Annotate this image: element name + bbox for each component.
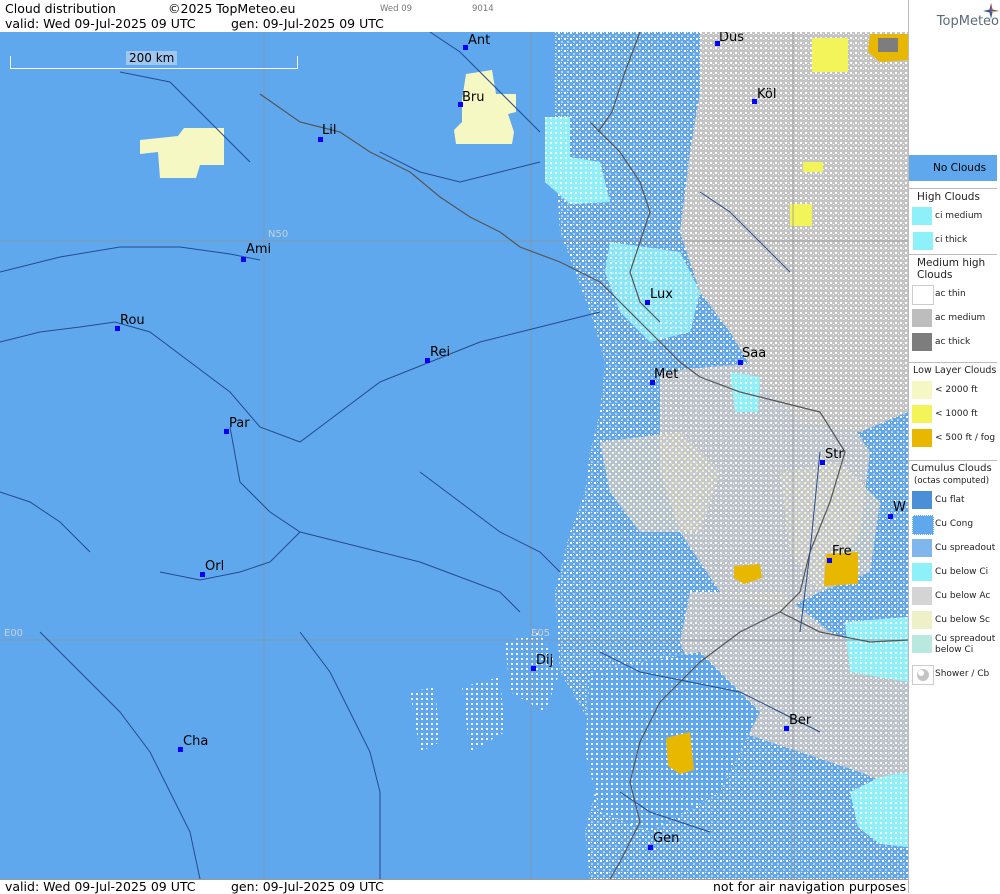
map-header: Cloud distribution ©2025 TopMeteo.eu Wed…: [0, 0, 908, 32]
legend-high-clouds: High Clouds ci medium ci thick: [909, 186, 997, 251]
compass-star-icon: [983, 3, 999, 19]
swatch-low-1000: [912, 405, 932, 423]
cloud-map[interactable]: N50 E00 E05 200 km Ant Düs Köl Bru Lil A…: [0, 32, 908, 879]
city-label-kol: Köl: [757, 87, 777, 102]
city-label-w: W: [893, 500, 906, 515]
day-small: Wed 09: [380, 4, 413, 14]
swatch-low-2000: [912, 381, 932, 399]
city-label-par: Par: [229, 416, 250, 431]
city-dot-ami: [241, 257, 246, 262]
grid-label-e05: E05: [531, 628, 551, 639]
legend-cu-below-ci: Cu below Ci: [935, 567, 989, 577]
footer-valid: valid: Wed 09-Jul-2025 09 UTC: [5, 879, 196, 894]
swatch-ac-thin: [912, 285, 934, 305]
scale-bar: 200 km: [10, 51, 298, 69]
swatch-cu-below-ac: [912, 587, 932, 605]
legend-ci-thick: ci thick: [935, 235, 968, 245]
city-label-fre: Fre: [832, 544, 852, 559]
legend-low-2000: < 2000 ft: [935, 385, 978, 395]
swatch-cu-flat: [912, 491, 932, 509]
legend-cu-flat: Cu flat: [935, 495, 965, 505]
legend-medium-title-1: Medium high: [917, 257, 986, 269]
map-title: Cloud distribution: [5, 1, 116, 16]
legend-ac-thick: ac thick: [935, 337, 971, 347]
legend-medium-title-2: Clouds: [917, 269, 953, 281]
city-label-ami: Ami: [246, 242, 272, 257]
city-label-ant: Ant: [468, 33, 491, 48]
swatch-shower: [912, 665, 934, 685]
legend-cu-title-1: Cumulus Clouds: [911, 463, 992, 474]
legend-cu-spread: Cu spreadout: [935, 543, 996, 553]
copyright: ©2025 TopMeteo.eu: [168, 1, 296, 16]
generated-time: gen: 09-Jul-2025 09 UTC: [231, 16, 384, 31]
city-label-lil: Lil: [322, 123, 337, 138]
legend-cu-below-ac: Cu below Ac: [935, 591, 991, 601]
city-label-ber: Ber: [789, 713, 812, 728]
swatch-cu-spread: [912, 539, 932, 557]
footer-note: not for air navigation purposes: [713, 879, 907, 894]
legend-cumulus: Cumulus Clouds (octas computed) Cu flat …: [909, 458, 997, 685]
swatch-ac-thick: [912, 333, 932, 351]
city-label-rou: Rou: [120, 313, 145, 328]
city-label-str: Str: [825, 447, 844, 462]
legend-cu-spread-ci-2: below Ci: [935, 645, 974, 655]
legend-ac-thin: ac thin: [935, 289, 966, 299]
legend-cu-cong: Cu Cong: [935, 519, 974, 529]
legend-low-clouds: Low Layer Clouds < 2000 ft < 1000 ft < 5…: [909, 360, 997, 449]
footer-gen: gen: 09-Jul-2025 09 UTC: [231, 879, 384, 894]
grid-label-n50: N50: [268, 229, 289, 240]
city-label-cha: Cha: [183, 734, 209, 749]
legend-no-clouds-label: No Clouds: [933, 162, 987, 174]
legend-no-clouds: No Clouds: [909, 155, 997, 181]
city-label-saa: Saa: [742, 346, 767, 361]
city-label-met: Met: [654, 367, 679, 382]
city-label-gen: Gen: [653, 831, 680, 846]
legend-high-title: High Clouds: [917, 191, 980, 203]
legend-cu-title-2: (octas computed): [914, 476, 990, 486]
valid-time: valid: Wed 09-Jul-2025 09 UTC: [5, 16, 196, 31]
swatch-ac-medium: [912, 309, 932, 327]
legend-shower: Shower / Cb: [935, 669, 990, 679]
city-label-lux: Lux: [650, 287, 673, 302]
map-footer: valid: Wed 09-Jul-2025 09 UTC gen: 09-Ju…: [0, 879, 908, 894]
legend-panel: TopMeteo No Clouds High Clouds ci medium…: [908, 0, 1000, 893]
swatch-ci-thick: [912, 231, 934, 251]
scale-label: 200 km: [126, 51, 178, 65]
city-label-dij: Dij: [536, 653, 554, 668]
swatch-ci-medium: [912, 207, 932, 225]
map-drawing: [0, 32, 908, 879]
swatch-cu-below-ci: [912, 563, 932, 581]
legend-cu-below-sc: Cu below Sc: [935, 615, 990, 625]
legend-low-1000: < 1000 ft: [935, 409, 978, 419]
city-label-orl: Orl: [205, 559, 225, 574]
legend-ac-medium: ac medium: [935, 313, 986, 323]
city-label-bru: Bru: [462, 90, 485, 105]
legend-medium-clouds: Medium high Clouds ac thin ac medium ac …: [909, 252, 997, 353]
swatch-cu-cong: [912, 515, 934, 535]
swatch-low-500: [912, 429, 932, 447]
city-label-dus: Düs: [719, 32, 745, 45]
legend-low-500: < 500 ft / fog: [935, 433, 996, 443]
city-label-rei: Rei: [430, 345, 451, 360]
legend-low-title: Low Layer Clouds: [913, 365, 997, 376]
swatch-cu-below-sc: [912, 611, 932, 629]
shower-icon: [917, 669, 929, 681]
code-small: 9014: [472, 4, 494, 14]
swatch-cu-spread-below-ci: [912, 635, 932, 653]
legend-ci-medium: ci medium: [935, 211, 983, 221]
grid-label-e00: E00: [4, 628, 24, 639]
